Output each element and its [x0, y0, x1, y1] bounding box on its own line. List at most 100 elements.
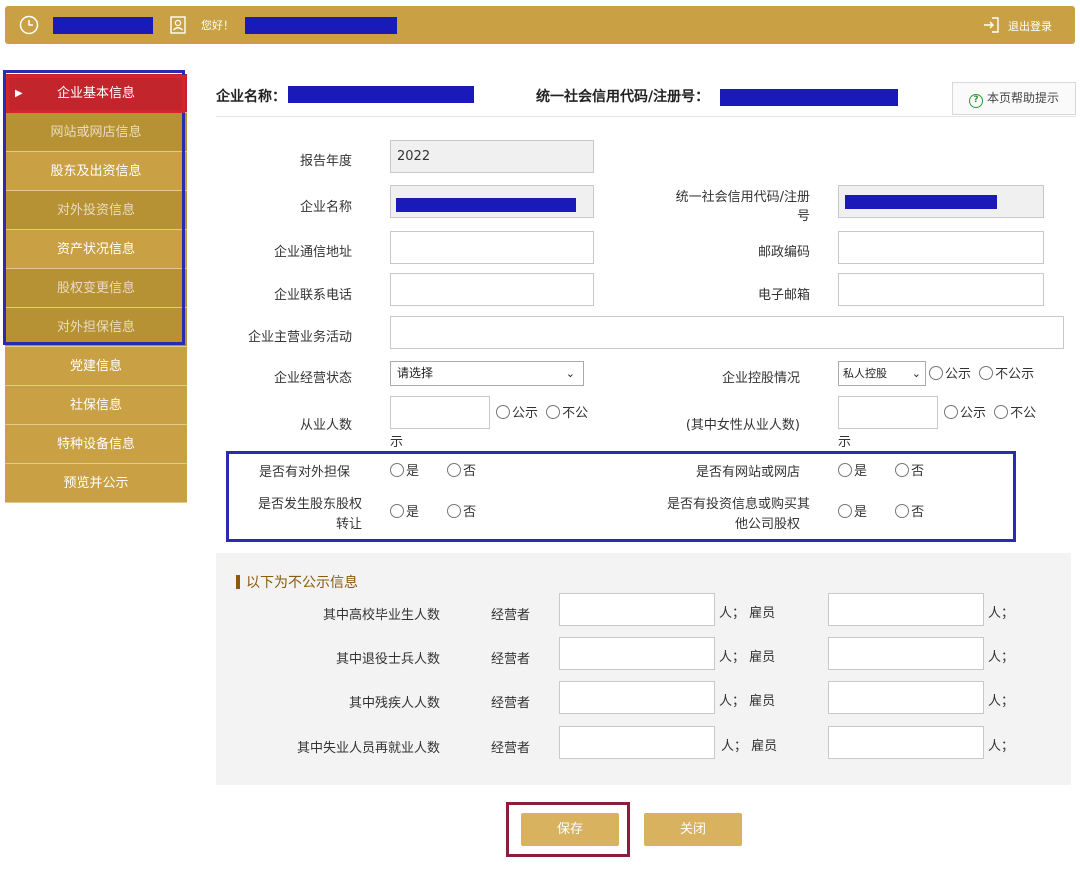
operator-label: 经营者 [491, 696, 531, 711]
yes-label: 是 [406, 464, 420, 479]
sidebar-item-preview[interactable]: 预览并公示 [5, 464, 187, 503]
sidebar-item-assets[interactable]: 资产状况信息 [5, 230, 187, 269]
employee-label: 人； 雇员 [719, 606, 776, 621]
business-activity-input[interactable] [390, 316, 1064, 349]
help-button[interactable]: ? 本页帮助提示 [952, 82, 1076, 115]
top-bar: 您好！ 退出登录 [5, 6, 1075, 44]
reemployed-label: 其中失业人员再就业人数 [296, 741, 440, 756]
holding-public-radio[interactable] [929, 366, 943, 380]
veterans-operator-input[interactable] [559, 637, 715, 670]
website-radios: 是 否 [838, 460, 924, 479]
not-public-label: 不公 [1010, 406, 1037, 421]
investment-yes-radio[interactable] [838, 504, 852, 518]
veterans-employee-input[interactable] [828, 637, 984, 670]
non-public-title: 以下为不公示信息 [236, 572, 358, 592]
unit-label: 人； [988, 606, 1015, 621]
unit-label: 人； [988, 694, 1015, 709]
disabled-operator-input[interactable] [559, 681, 715, 714]
close-button[interactable]: 关闭 [644, 813, 742, 846]
phone-input[interactable] [390, 273, 594, 306]
credit-code-header-label: 统一社会信用代码/注册号： [536, 89, 710, 105]
public-label: 公示 [945, 367, 972, 382]
redacted-username [245, 17, 397, 34]
save-button[interactable]: 保存 [521, 813, 619, 846]
operation-status-select[interactable]: 请选择 ⌄ [390, 361, 584, 386]
website-yes-radio[interactable] [838, 463, 852, 477]
holding-not-public-radio[interactable] [979, 366, 994, 380]
chevron-down-icon: ⌄ [565, 367, 575, 380]
employee-label: 人； 雇员 [719, 694, 776, 709]
redacted-company-field [396, 198, 576, 212]
employees-public-radio[interactable] [496, 405, 510, 419]
chevron-down-icon: ⌄ [911, 367, 921, 380]
active-arrow-icon: ▶ [15, 88, 23, 99]
sidebar-item-website[interactable]: 网站或网店信息 [5, 113, 187, 152]
holding-public-radios: 公示 不公示 [929, 363, 1034, 382]
sidebar-item-equity-change[interactable]: 股权变更信息 [5, 269, 187, 308]
help-icon: ? [968, 94, 983, 108]
greeting-text: 您好！ [201, 19, 234, 32]
investment-label-line1: 是否有投资信息或购买其 [666, 497, 810, 512]
employees-not-public-radio[interactable] [546, 405, 561, 419]
sidebar-item-label: 社保信息 [69, 398, 122, 413]
credit-code-label-line2: 号 [796, 209, 810, 224]
equity-transfer-no-radio[interactable] [447, 504, 462, 518]
investment-label-line2: 他公司股权 [734, 517, 800, 532]
disabled-employee-input[interactable] [828, 681, 984, 714]
not-public-wrap-text: 示 [390, 435, 404, 450]
no-label: 否 [911, 464, 925, 479]
sidebar-item-basic-info[interactable]: ▶ 企业基本信息 [5, 74, 187, 113]
credit-code-label-line1: 统一社会信用代码/注册 [675, 190, 810, 205]
sidebar-item-label: 企业基本信息 [56, 86, 135, 101]
sidebar-item-label: 资产状况信息 [56, 242, 135, 257]
sidebar-item-guarantee[interactable]: 对外担保信息 [5, 308, 187, 347]
sidebar-item-special-equipment[interactable]: 特种设备信息 [5, 425, 187, 464]
employees-public-radios: 公示 不公 [496, 402, 588, 421]
reemployed-employee-input[interactable] [828, 726, 984, 759]
holding-status-select[interactable]: 私人控股 ⌄ [838, 361, 926, 386]
logout-link[interactable]: 退出登录 [1008, 18, 1052, 34]
company-name-label: 企业名称 [299, 200, 352, 215]
equity-transfer-radios: 是 否 [390, 501, 476, 520]
postal-code-input[interactable] [838, 231, 1044, 264]
female-not-public-radio[interactable] [994, 405, 1009, 419]
website-no-radio[interactable] [895, 463, 910, 477]
clock-icon [19, 15, 39, 35]
graduates-operator-input[interactable] [559, 593, 715, 626]
report-year-field: 2022 [390, 140, 594, 173]
sidebar-item-party[interactable]: 党建信息 [5, 347, 187, 386]
graduates-employee-input[interactable] [828, 593, 984, 626]
sidebar-item-shareholders[interactable]: 股东及出资信息 [5, 152, 187, 191]
address-input[interactable] [390, 231, 594, 264]
employees-input[interactable] [390, 396, 490, 429]
sidebar-item-label: 网站或网店信息 [50, 125, 142, 140]
sidebar-item-social-security[interactable]: 社保信息 [5, 386, 187, 425]
reemployed-operator-input[interactable] [559, 726, 715, 759]
company-name-header-label: 企业名称： [216, 89, 286, 105]
female-employees-input[interactable] [838, 396, 938, 429]
non-public-title-text: 以下为不公示信息 [246, 575, 358, 591]
section-bar-icon [236, 575, 240, 589]
public-label: 公示 [512, 406, 539, 421]
guarantee-no-radio[interactable] [447, 463, 462, 477]
no-label: 否 [463, 464, 477, 479]
divider [216, 116, 1076, 117]
graduates-label: 其中高校毕业生人数 [322, 608, 440, 623]
sidebar: ▶ 企业基本信息 网站或网店信息 股东及出资信息 对外投资信息 资产状况信息 股… [5, 74, 187, 503]
logout-icon[interactable] [981, 15, 1001, 35]
email-input[interactable] [838, 273, 1044, 306]
sidebar-item-label: 党建信息 [69, 359, 122, 374]
guarantee-yes-radio[interactable] [390, 463, 404, 477]
equity-transfer-yes-radio[interactable] [390, 504, 404, 518]
sidebar-item-investment[interactable]: 对外投资信息 [5, 191, 187, 230]
investment-no-radio[interactable] [895, 504, 910, 518]
unit-label: 人； [988, 650, 1015, 665]
address-label: 企业通信地址 [273, 245, 352, 260]
female-public-radio[interactable] [944, 405, 958, 419]
not-public-label: 不公示 [995, 367, 1035, 382]
female-public-radios: 公示 不公 [944, 402, 1036, 421]
yes-label: 是 [854, 505, 868, 520]
phone-label: 企业联系电话 [273, 288, 352, 303]
email-label: 电子邮箱 [757, 288, 810, 303]
employees-label: 从业人数 [299, 418, 352, 433]
